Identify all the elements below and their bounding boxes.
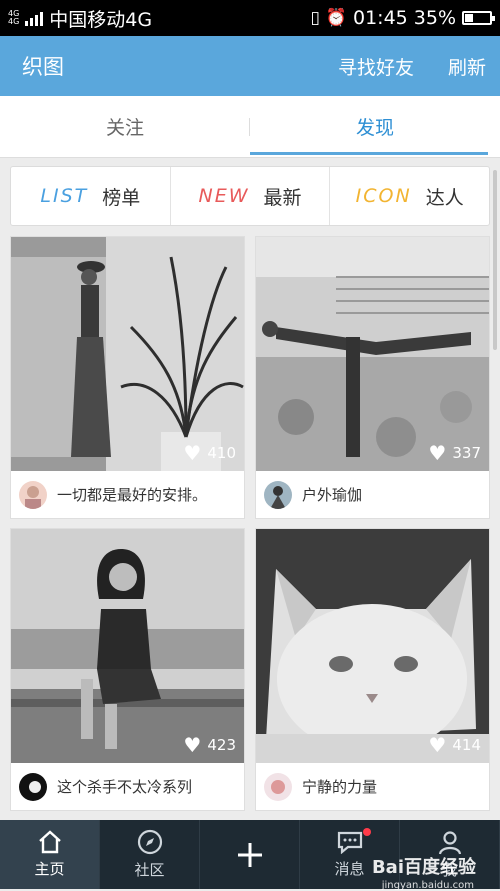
message-icon — [337, 831, 362, 854]
heart-icon: ♥ — [428, 441, 447, 465]
user-icon — [438, 831, 461, 855]
plus-icon — [237, 842, 262, 867]
nav-label: 社区 — [134, 861, 165, 879]
nav-label: 主页 — [34, 860, 65, 878]
post-photo[interactable]: ♥ 423 — [11, 529, 244, 763]
category-tag: NEW — [198, 185, 250, 207]
nav-add-button[interactable] — [200, 820, 300, 889]
category-tag: ICON — [355, 185, 412, 207]
like-count[interactable]: ♥ 410 — [183, 441, 236, 465]
avatar[interactable] — [264, 480, 292, 509]
category-new[interactable]: NEW 最新 — [171, 167, 331, 225]
tab-discover-label: 发现 — [355, 117, 394, 139]
tab-bar: 关注 发现 — [0, 96, 500, 158]
post-author[interactable]: 户外瑜伽 — [302, 484, 362, 505]
refresh-button[interactable]: 刷新 — [448, 53, 486, 80]
post-photo[interactable]: ♥ 410 — [11, 237, 244, 471]
vibrate-icon: ▯ — [310, 8, 320, 28]
post-card[interactable]: ♥ 337 户外瑜伽 — [255, 236, 490, 519]
post-photo[interactable]: ♥ 414 — [256, 529, 489, 763]
tab-discover[interactable]: 发现 — [250, 96, 500, 157]
avatar[interactable] — [19, 480, 47, 509]
watermark-logo: Bai百度经验 — [371, 857, 476, 878]
nav-community[interactable]: 社区 — [100, 820, 200, 889]
avatar[interactable] — [19, 772, 47, 801]
app-bar: 织图 寻找好友 刷新 — [0, 36, 500, 96]
tab-follow[interactable]: 关注 — [0, 96, 250, 157]
category-label: 达人 — [425, 186, 464, 209]
alarm-icon: ⏰ — [325, 8, 347, 28]
heart-icon: ♥ — [183, 441, 202, 465]
like-number: 337 — [452, 444, 481, 462]
category-label: 榜单 — [102, 186, 141, 209]
compass-icon — [137, 829, 162, 855]
post-meta: 一切都是最好的安排。 — [11, 471, 244, 518]
heart-icon: ♥ — [183, 733, 202, 757]
nav-label: 消息 — [334, 860, 365, 878]
like-count[interactable]: ♥ 414 — [428, 733, 481, 757]
post-author[interactable]: 宁静的力量 — [302, 776, 377, 797]
category-list[interactable]: LIST 榜单 — [11, 167, 171, 225]
post-card[interactable]: ♥ 423 这个杀手不太冷系列 — [10, 528, 245, 811]
like-number: 410 — [207, 444, 236, 462]
post-card[interactable]: ♥ 410 一切都是最好的安排。 — [10, 236, 245, 519]
post-card[interactable]: ♥ 414 宁静的力量 — [255, 528, 490, 811]
status-bar: 4G 4G 中国移动4G ▯ ⏰ 01:45 35% — [0, 0, 500, 36]
network-type-icon: 4G 4G — [8, 9, 20, 26]
home-icon — [38, 830, 61, 854]
nav-home[interactable]: 主页 — [0, 820, 100, 889]
battery-percent: 35% — [413, 7, 456, 29]
unread-dot — [363, 828, 371, 836]
post-author[interactable]: 一切都是最好的安排。 — [57, 484, 207, 505]
post-photo[interactable]: ♥ 337 — [256, 237, 489, 471]
category-tag: LIST — [40, 185, 89, 207]
post-author[interactable]: 这个杀手不太冷系列 — [57, 776, 192, 797]
like-count[interactable]: ♥ 337 — [428, 441, 481, 465]
heart-icon: ♥ — [428, 733, 447, 757]
like-count[interactable]: ♥ 423 — [183, 733, 236, 757]
post-meta: 宁静的力量 — [256, 763, 489, 810]
tab-follow-label: 关注 — [105, 117, 144, 139]
find-friends-button[interactable]: 寻找好友 — [338, 53, 414, 80]
category-bar: LIST 榜单 NEW 最新 ICON 达人 — [10, 166, 490, 226]
battery-icon — [462, 11, 495, 25]
like-number: 423 — [207, 736, 236, 754]
post-meta: 这个杀手不太冷系列 — [11, 763, 244, 810]
signal-icon — [25, 10, 44, 26]
category-icon[interactable]: ICON 达人 — [330, 167, 489, 225]
carrier-label: 中国移动4G — [49, 8, 153, 31]
scrollbar[interactable] — [493, 170, 497, 350]
post-meta: 户外瑜伽 — [256, 471, 489, 518]
bottom-nav: 主页 社区 消息 我 Bai百度经验 jingyan.baidu.com — [0, 820, 500, 891]
app-title: 织图 — [22, 55, 64, 79]
category-label: 最新 — [263, 186, 302, 209]
like-number: 414 — [452, 736, 481, 754]
watermark-url: jingyan.baidu.com — [381, 880, 474, 891]
avatar[interactable] — [264, 772, 292, 801]
clock: 01:45 — [353, 7, 408, 29]
